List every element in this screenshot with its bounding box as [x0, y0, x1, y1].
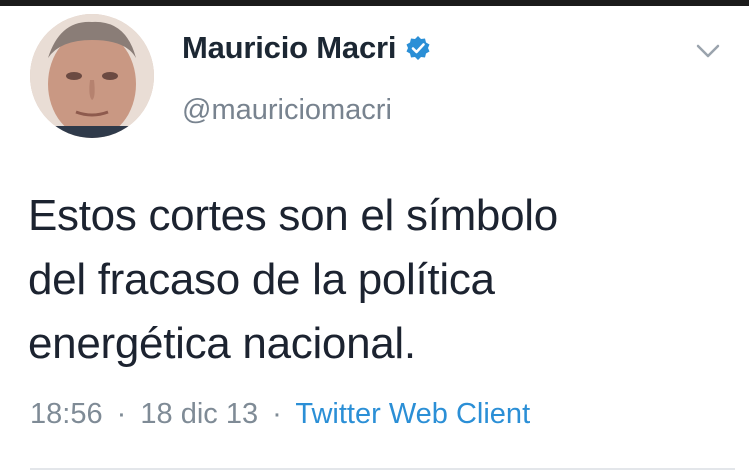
- tweet-text-line: energética nacional.: [28, 319, 416, 368]
- tweet-client-link[interactable]: Twitter Web Client: [295, 398, 530, 430]
- meta-separator: ·: [272, 398, 282, 430]
- avatar[interactable]: [30, 14, 154, 138]
- tweet-text-line: Estos cortes son el símbolo: [28, 191, 558, 240]
- divider: [30, 468, 735, 470]
- tweet-meta: 18:56 · 18 dic 13 · Twitter Web Client: [30, 398, 530, 431]
- chevron-down-icon[interactable]: [695, 42, 721, 60]
- verified-badge-icon: [405, 35, 431, 61]
- tweet-text-line: del fracaso de la política: [28, 255, 495, 304]
- tweet-card: Mauricio Macri @mauriciomacri Estos cort…: [0, 0, 749, 471]
- display-name[interactable]: Mauricio Macri: [182, 30, 431, 66]
- tweet-date[interactable]: 18 dic 13: [140, 398, 258, 430]
- tweet-time[interactable]: 18:56: [30, 398, 103, 430]
- user-handle[interactable]: @mauriciomacri: [182, 94, 392, 127]
- display-name-text[interactable]: Mauricio Macri: [182, 30, 396, 66]
- avatar-image: [30, 14, 154, 138]
- meta-separator: ·: [116, 398, 127, 430]
- tweet-text: Estos cortes son el símbolo del fracaso …: [28, 184, 728, 376]
